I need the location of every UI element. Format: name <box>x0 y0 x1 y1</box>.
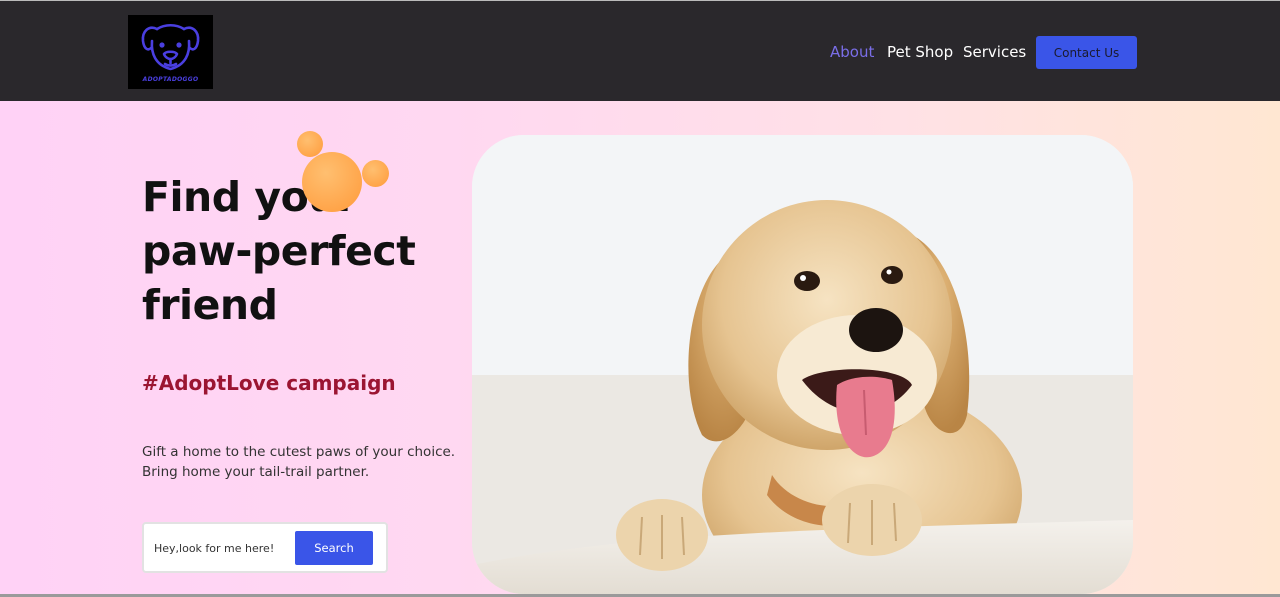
description-line-1: Gift a home to the cutest paws of your c… <box>142 444 456 460</box>
logo[interactable]: ADOPTADOGGO <box>128 15 213 89</box>
orange-bubble-small <box>297 131 323 157</box>
nav-services[interactable]: Services <box>963 43 1026 61</box>
search-input[interactable] <box>154 537 290 559</box>
hero-headline: Find your paw-perfect friend <box>142 173 416 329</box>
hero-description: Gift a home to the cutest paws of your c… <box>142 442 472 482</box>
description-line-2: Bring home your tail-trail partner. <box>142 464 370 480</box>
search-box: Search <box>142 522 388 573</box>
orange-bubble-right <box>362 160 389 187</box>
navbar: ADOPTADOGGO About Pet Shop Services Cont… <box>0 0 1280 101</box>
orange-bubble-large <box>302 152 362 212</box>
nav-about[interactable]: About <box>830 43 874 61</box>
search-button[interactable]: Search <box>295 531 373 565</box>
contact-us-button[interactable]: Contact Us <box>1036 36 1137 69</box>
nav-pet-shop[interactable]: Pet Shop <box>887 43 953 61</box>
hero-dog-photo <box>472 135 1133 594</box>
logo-text: ADOPTADOGGO <box>142 76 199 83</box>
dog-face-icon <box>141 23 200 71</box>
golden-retriever-puppy-image <box>472 135 1133 594</box>
campaign-tagline: #AdoptLove campaign <box>142 371 396 395</box>
